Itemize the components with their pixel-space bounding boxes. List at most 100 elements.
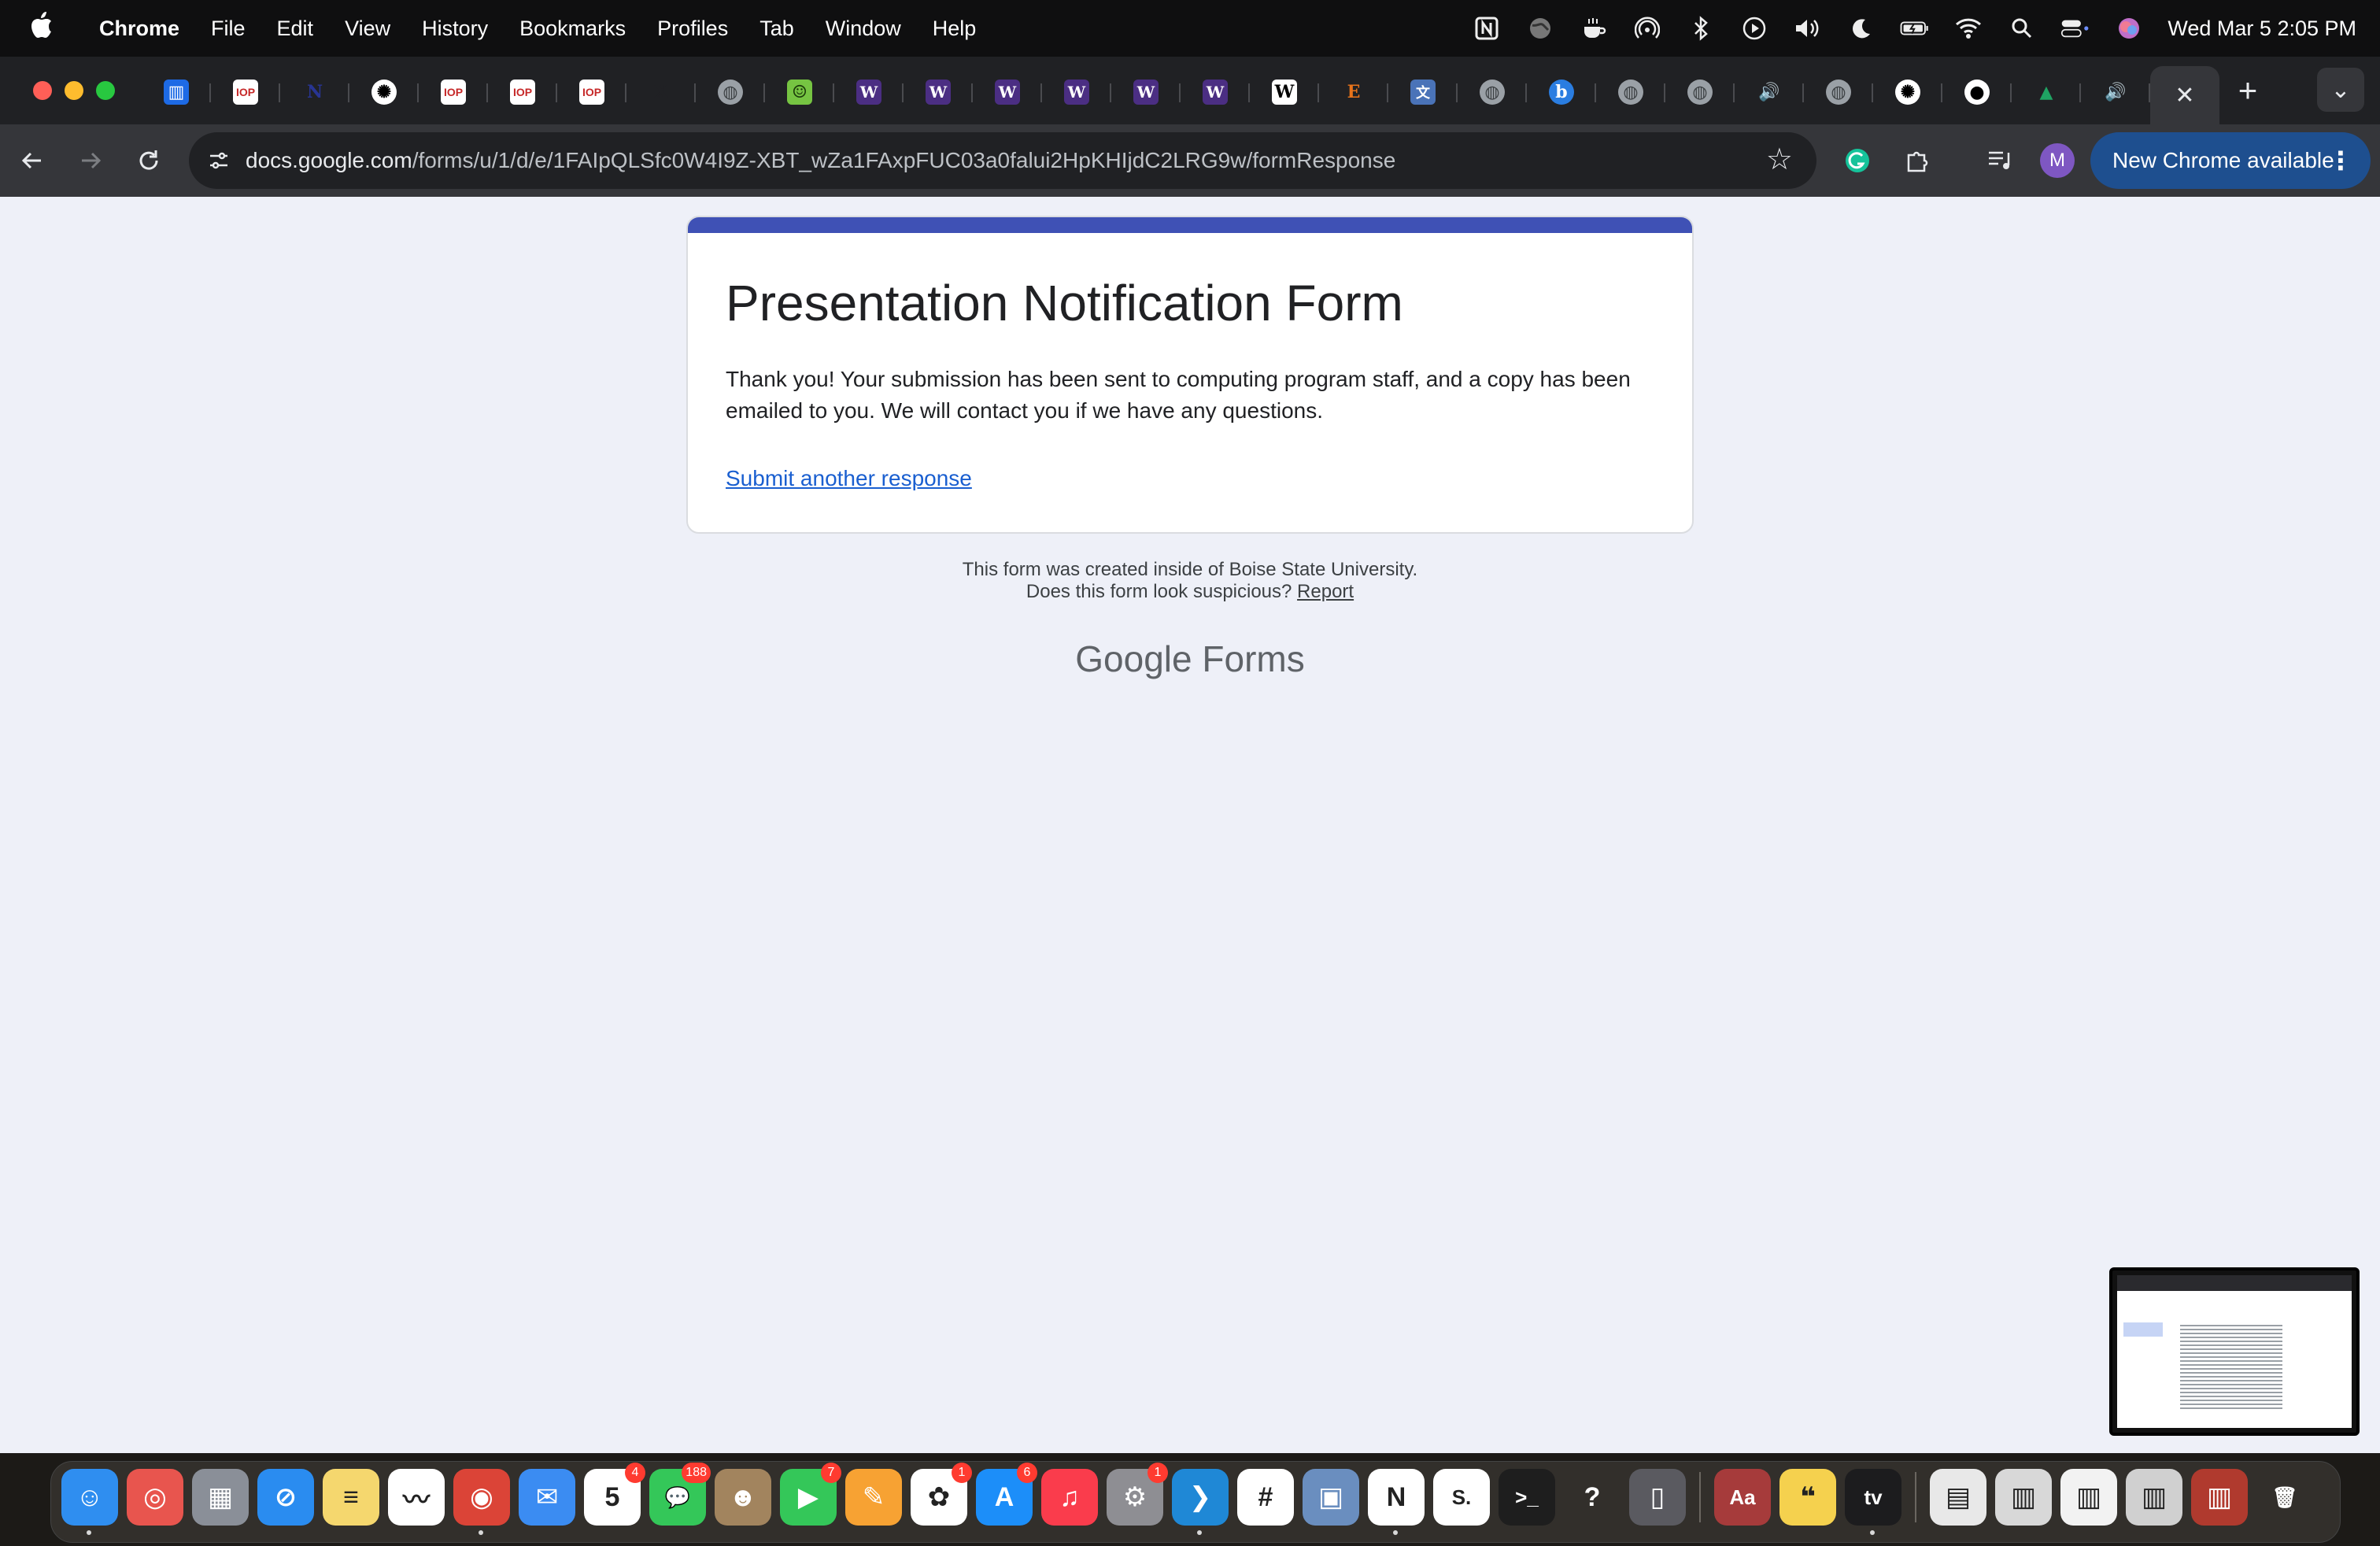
more-vert-icon[interactable]: ⋮ <box>2328 146 2353 176</box>
dock-app-launchpad[interactable]: ▦ <box>192 1469 249 1526</box>
submit-another-response-link[interactable]: Submit another response <box>726 466 972 491</box>
dock-app-window-thumb-2[interactable]: ▥ <box>2060 1469 2117 1526</box>
browser-tab[interactable]: IOP <box>419 66 488 118</box>
search-status-icon[interactable] <box>2007 13 2037 43</box>
browser-tab[interactable]: ◍ <box>696 66 765 118</box>
dock-app-facetime[interactable]: ▶ 7 <box>780 1463 841 1526</box>
address-bar[interactable]: docs.google.com/forms/u/1/d/e/1FAIpQLSfc… <box>189 132 1816 189</box>
menu-app-name[interactable]: Chrome <box>83 17 195 41</box>
menu-help[interactable]: Help <box>917 17 992 41</box>
dock-app-window-thumb-4[interactable]: ▥ <box>2191 1469 2248 1526</box>
browser-tab[interactable]: ✺ <box>349 66 419 118</box>
globe-status-icon[interactable] <box>1525 13 1555 43</box>
dock-app-calendar[interactable]: 54 <box>584 1463 645 1526</box>
menu-profiles[interactable]: Profiles <box>641 17 744 41</box>
close-window-button[interactable] <box>33 81 52 100</box>
dock-app-document-stack[interactable]: ▤ <box>1930 1469 1986 1526</box>
moon-status-icon[interactable] <box>1846 13 1876 43</box>
back-button[interactable] <box>6 135 58 187</box>
dock-app-help[interactable]: ? <box>1564 1469 1621 1526</box>
browser-tab[interactable]: 文 <box>1388 66 1458 118</box>
dock-app-vscode[interactable]: ❯ <box>1172 1469 1229 1535</box>
play-status-icon[interactable] <box>1739 13 1769 43</box>
apple-menu-icon[interactable] <box>0 11 83 46</box>
browser-tab[interactable]: W <box>1181 66 1250 118</box>
browser-tab[interactable]: IOP <box>488 66 557 118</box>
browser-tab[interactable]: ◍ <box>1458 66 1527 118</box>
siri-status-icon[interactable] <box>2114 13 2144 43</box>
dock-app-trash[interactable]: 🗑 <box>2256 1469 2313 1526</box>
menu-tab[interactable]: Tab <box>744 17 810 41</box>
dock-app-slack[interactable]: # <box>1237 1469 1294 1526</box>
browser-tab[interactable]: 🔊 <box>1735 66 1804 118</box>
browser-tab[interactable]: W <box>1111 66 1181 118</box>
forward-button[interactable] <box>65 135 116 187</box>
dock-app-apple-tv[interactable]: tv <box>1845 1469 1901 1535</box>
dock-app-dictionary[interactable]: Aa <box>1714 1469 1771 1526</box>
dock-app-terminal[interactable]: >_ <box>1499 1469 1555 1526</box>
browser-tab[interactable]: E <box>1319 66 1388 118</box>
minimize-window-button[interactable] <box>65 81 83 100</box>
report-link[interactable]: Report <box>1297 581 1354 602</box>
dock-app-window-thumb-3[interactable]: ▥ <box>2126 1469 2182 1526</box>
zoom-window-button[interactable] <box>96 81 115 100</box>
volume-status-icon[interactable] <box>1793 13 1823 43</box>
dock-app-contacts[interactable]: ☻ <box>715 1469 771 1526</box>
dock-app-creative-cloud[interactable]: ◎ <box>127 1469 183 1526</box>
menu-file[interactable]: File <box>195 17 261 41</box>
dock-app-system-settings[interactable]: ⚙ 1 <box>1107 1463 1168 1526</box>
browser-tab[interactable]: b <box>1527 66 1596 118</box>
browser-tab[interactable]: W <box>904 66 973 118</box>
dock-app-safari[interactable]: ⊘ <box>257 1469 314 1526</box>
browser-tab[interactable]: IOP <box>557 66 626 118</box>
browser-tab[interactable]: N <box>280 66 349 118</box>
control-center-status-icon[interactable] <box>2060 13 2090 43</box>
wifi-status-icon[interactable] <box>1953 13 1983 43</box>
url-text[interactable]: docs.google.com/forms/u/1/d/e/1FAIpQLSfc… <box>246 148 1395 173</box>
media-controls-icon[interactable] <box>1982 142 2020 179</box>
tab-close-icon[interactable]: ✕ <box>2175 82 2194 109</box>
dock-app-notes[interactable]: ≡ <box>323 1469 379 1526</box>
browser-tab[interactable]: W <box>834 66 904 118</box>
dock-app-chrome[interactable]: ◉ <box>453 1469 510 1535</box>
menu-bookmarks[interactable]: Bookmarks <box>504 17 641 41</box>
coffee-status-icon[interactable] <box>1579 13 1609 43</box>
menu-edit[interactable]: Edit <box>261 17 330 41</box>
browser-tab[interactable]: ◍ <box>1804 66 1873 118</box>
browser-tab[interactable]: ▲ <box>2012 66 2081 118</box>
menu-view[interactable]: View <box>329 17 406 41</box>
menubar-clock[interactable]: Wed Mar 5 2:05 PM <box>2168 17 2356 41</box>
google-forms-logo[interactable]: Google Forms <box>686 638 1694 680</box>
browser-tab[interactable]: X <box>626 66 696 118</box>
reload-button[interactable] <box>123 135 175 187</box>
dock-app-app-store[interactable]: A6 <box>976 1463 1037 1526</box>
extensions-puzzle-icon[interactable] <box>1898 142 1936 179</box>
dock-app-finder[interactable]: ☺ <box>61 1469 118 1535</box>
browser-tab[interactable]: ☺ <box>765 66 834 118</box>
dock-app-quotes[interactable]: ❝ <box>1779 1469 1836 1526</box>
screenshot-preview-thumbnail[interactable] <box>2109 1267 2360 1436</box>
dock-app-freeform[interactable]: 〰 <box>388 1469 445 1526</box>
browser-tab[interactable]: ▥ <box>142 66 211 118</box>
browser-tab[interactable]: ✺ <box>1873 66 1942 118</box>
profile-avatar[interactable]: M <box>2040 143 2075 178</box>
dock-app-window-thumb-1[interactable]: ▥ <box>1995 1469 2052 1526</box>
dock-app-pages[interactable]: ✎ <box>845 1469 902 1526</box>
dock-app-notion[interactable]: N <box>1368 1469 1425 1535</box>
dock-app-photos[interactable]: ✿ 1 <box>911 1463 972 1526</box>
tab-search-button[interactable]: ⌄ <box>2317 68 2364 112</box>
browser-tab[interactable]: ● <box>1942 66 2012 118</box>
browser-tab[interactable]: W <box>973 66 1042 118</box>
grammarly-extension-icon[interactable] <box>1839 142 1876 179</box>
menu-window[interactable]: Window <box>810 17 917 41</box>
new-tab-button[interactable]: + <box>2219 72 2276 109</box>
bookmark-star-icon[interactable]: ☆ <box>1766 142 1793 177</box>
airdrop-status-icon[interactable] <box>1632 13 1662 43</box>
browser-tab[interactable]: 🔊 <box>2081 66 2150 118</box>
notion-status-icon[interactable] <box>1472 13 1502 43</box>
active-tab[interactable]: ✕ <box>2150 66 2219 124</box>
menu-history[interactable]: History <box>406 17 504 41</box>
dock-app-mail[interactable]: ✉ <box>519 1469 575 1526</box>
browser-tab[interactable]: IOP <box>211 66 280 118</box>
dock-app-messages[interactable]: 💬 188 <box>649 1463 711 1526</box>
